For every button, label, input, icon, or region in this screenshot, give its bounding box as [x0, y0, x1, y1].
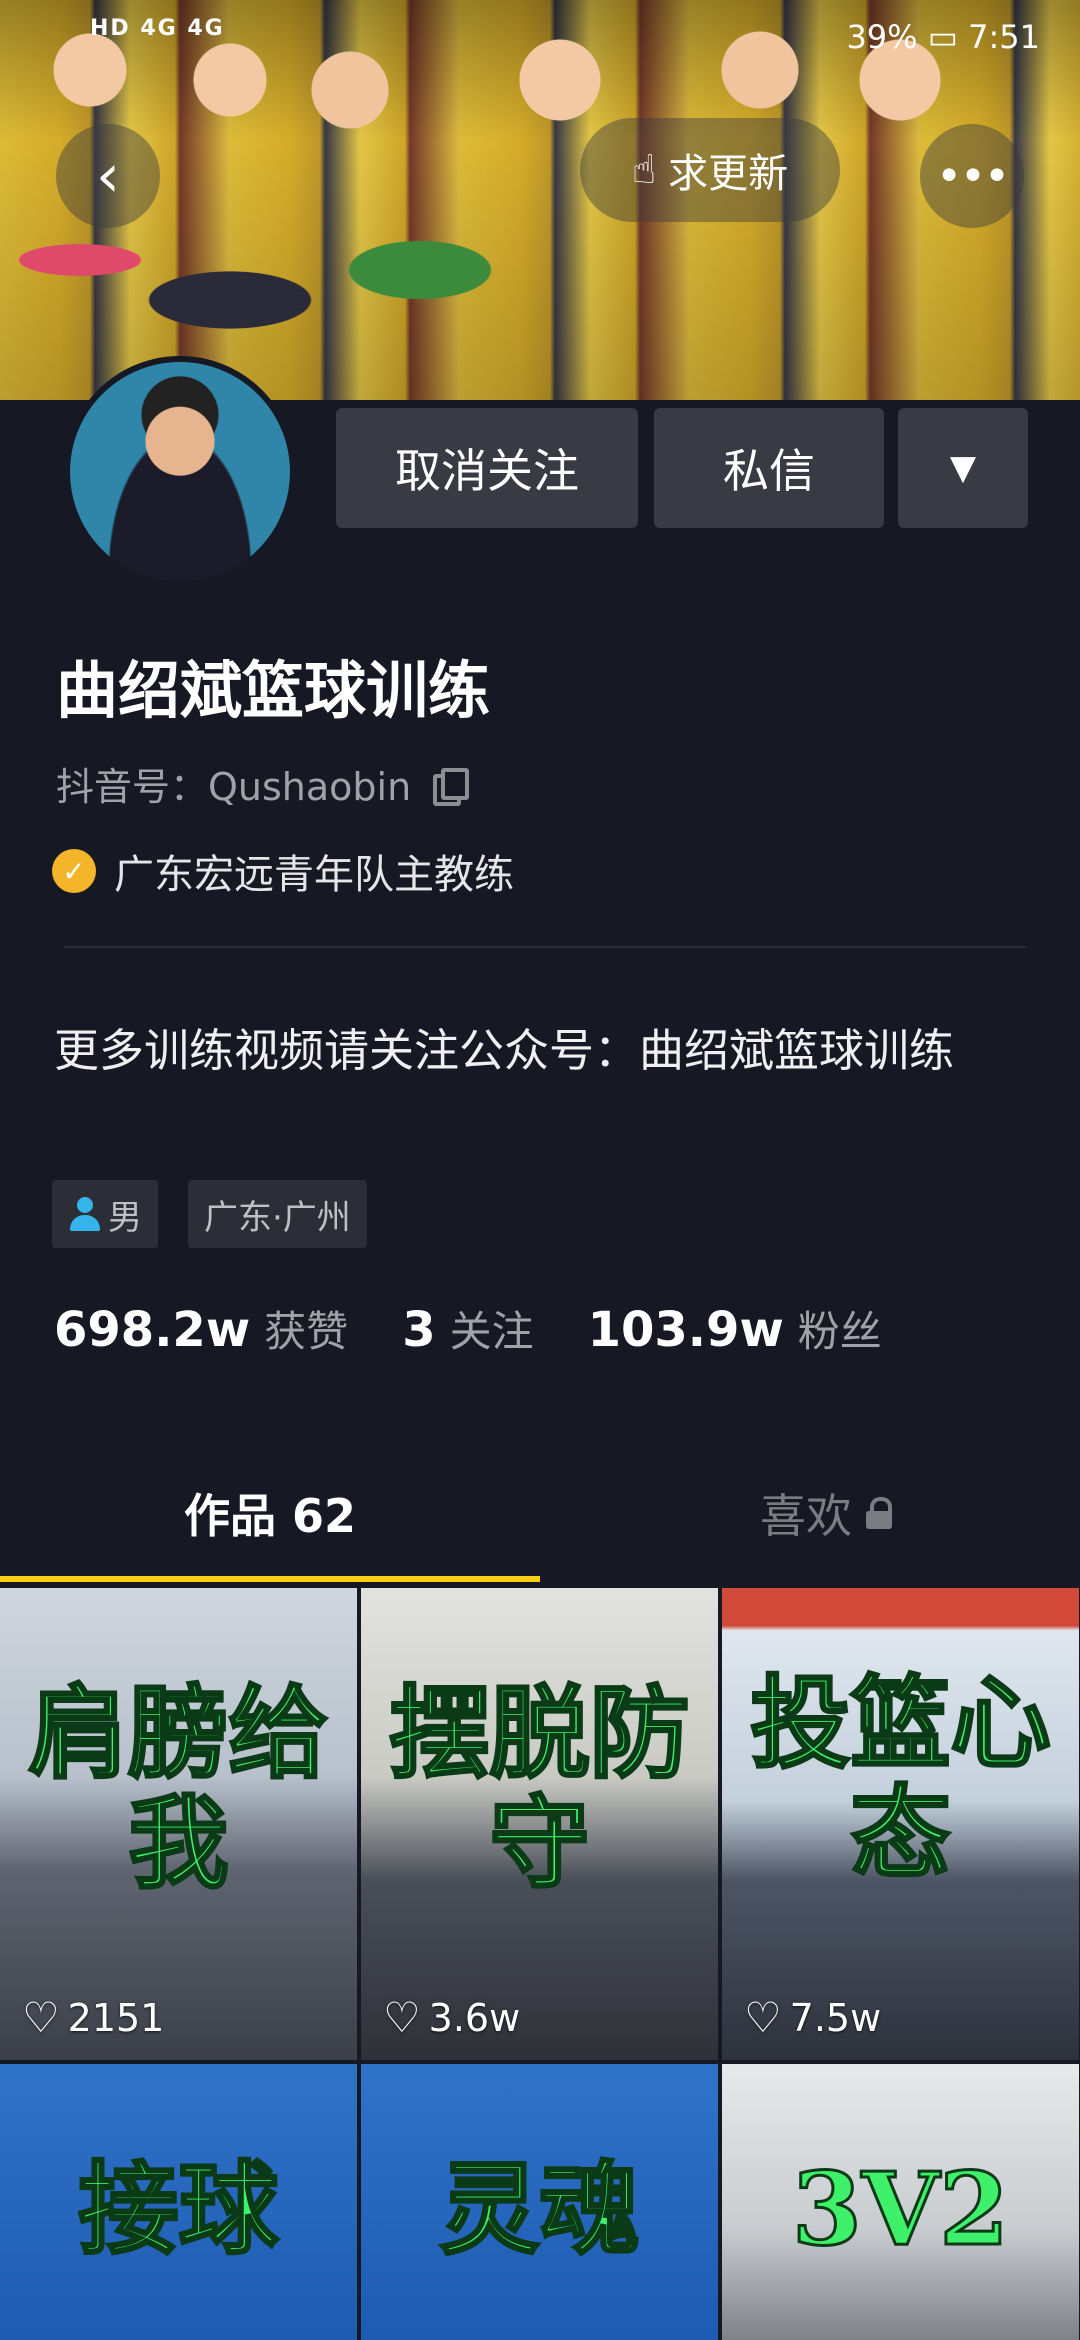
following-label: 关注: [449, 1307, 534, 1356]
unfollow-button[interactable]: 取消关注: [336, 408, 638, 528]
video-likes: ♡ 2151: [22, 1996, 164, 2040]
signal-indicators: HD 4G 4G: [90, 16, 225, 41]
video-likes-count: 3.6w: [428, 1996, 521, 2040]
divider: [64, 946, 1026, 948]
bio: 更多训练视频请关注公众号：曲绍斌篮球训练: [54, 1024, 955, 1077]
battery-level: 39%: [846, 18, 918, 56]
verified-row: ✓ 广东宏远青年队主教练: [52, 842, 514, 900]
video-likes: ♡ 3.6w: [383, 1996, 520, 2040]
message-button[interactable]: 私信: [654, 408, 884, 528]
douyin-id-row[interactable]: 抖音号：Qushaobin: [56, 756, 470, 811]
dropdown-button[interactable]: ▼: [898, 408, 1028, 528]
triangle-down-icon: ▼: [949, 448, 977, 488]
video-thumbnail[interactable]: 接球: [0, 2064, 357, 2340]
video-likes-count: 7.5w: [789, 1996, 882, 2040]
clock: 7:51: [968, 18, 1040, 56]
profile-name: 曲绍斌篮球训练: [56, 654, 491, 727]
followers-count[interactable]: 103.9w: [588, 1302, 784, 1358]
gender-label: 男: [108, 1197, 142, 1238]
copy-icon[interactable]: [433, 767, 470, 806]
tab-indicator: [0, 1576, 540, 1582]
chevron-left-icon: ‹: [96, 141, 120, 211]
followers-label: 粉丝: [797, 1307, 882, 1356]
tab-works[interactable]: 作品 62: [184, 1480, 356, 1546]
heart-icon: ♡: [383, 1993, 421, 2042]
back-button[interactable]: ‹: [56, 124, 160, 228]
more-button[interactable]: •••: [920, 124, 1024, 228]
stats-row: 698.2w 获赞 3 关注 103.9w 粉丝: [54, 1298, 936, 1359]
status-right: 39% ▭ 7:51: [846, 18, 1040, 56]
more-icon: •••: [936, 150, 1010, 202]
video-likes-count: 2151: [67, 1996, 165, 2040]
video-title: 3V2: [791, 2150, 1011, 2268]
likes-count[interactable]: 698.2w: [54, 1302, 250, 1358]
lock-icon: [866, 1497, 892, 1529]
person-icon: [68, 1197, 102, 1231]
video-thumbnail[interactable]: 肩膀给我 ♡ 2151: [0, 1588, 357, 2060]
tab-likes[interactable]: 喜欢: [760, 1480, 892, 1546]
heart-icon: ♡: [744, 1993, 782, 2042]
video-grid: 肩膀给我 ♡ 2151 摆脱防守 ♡ 3.6w 投篮心态 ♡ 7.5w 接球 灵…: [0, 1588, 1080, 2340]
video-thumbnail[interactable]: 投篮心态 ♡ 7.5w: [722, 1588, 1079, 2060]
video-title: 灵魂: [438, 2150, 641, 2268]
video-title: 投篮心态: [749, 1664, 1052, 1892]
video-title: 接球: [77, 2150, 280, 2268]
following-count[interactable]: 3: [402, 1302, 435, 1358]
status-bar: HD 4G 4G 39% ▭ 7:51: [0, 8, 1080, 68]
tab-likes-label: 喜欢: [760, 1489, 852, 1543]
avatar[interactable]: [64, 356, 296, 588]
heart-icon: ♡: [22, 1993, 60, 2042]
douyin-id: 抖音号：Qushaobin: [56, 765, 412, 809]
location-tag: 广东·广州: [188, 1180, 367, 1248]
video-title: 肩膀给我: [27, 1674, 330, 1902]
video-title: 摆脱防守: [388, 1674, 691, 1902]
likes-label: 获赞: [264, 1307, 349, 1356]
video-likes: ♡ 7.5w: [744, 1996, 881, 2040]
video-thumbnail[interactable]: 摆脱防守 ♡ 3.6w: [361, 1588, 718, 2060]
verified-check-icon: ✓: [52, 849, 96, 893]
pointing-hand-icon: ☝: [631, 147, 657, 193]
request-update-label: 求更新: [668, 151, 789, 197]
video-thumbnail[interactable]: 3V2: [722, 2064, 1079, 2340]
gender-tag: 男: [52, 1180, 158, 1248]
request-update-button[interactable]: ☝ 求更新: [580, 118, 840, 222]
battery-icon: ▭: [927, 18, 958, 56]
video-thumbnail[interactable]: 灵魂: [361, 2064, 718, 2340]
verified-text: 广东宏远青年队主教练: [114, 852, 514, 898]
